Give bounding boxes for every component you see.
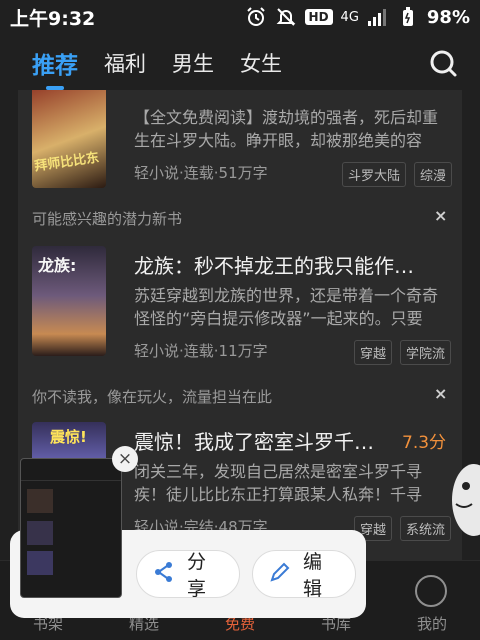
- tab-female[interactable]: 女生: [240, 48, 282, 78]
- book-description: 闭关三年，发现自己居然是密室斗罗千寻疾！徒儿比比东正打算跟某人私奔！千寻疾…: [134, 462, 423, 504]
- status-bar: 上午9:32 HD 4G 98%: [0, 0, 480, 34]
- tag-group: 斗罗大陆 综漫: [342, 162, 453, 187]
- cover-title: 拜师比比东: [33, 150, 101, 175]
- tag[interactable]: 系统流: [400, 516, 452, 541]
- close-icon[interactable]: ×: [434, 384, 447, 403]
- share-button[interactable]: 分享: [136, 550, 240, 600]
- signal-icon: [367, 6, 389, 28]
- network-label: 4G: [340, 9, 359, 25]
- book-rating: 7.3分: [402, 433, 447, 453]
- pencil-icon: [269, 561, 291, 587]
- section-heading: 可能感兴趣的潜力新书: [32, 210, 183, 228]
- search-icon[interactable]: [428, 48, 458, 78]
- tag-group: 穿越 系统流: [354, 516, 452, 541]
- thumbnail-close-button[interactable]: ×: [112, 446, 138, 472]
- book-meta: 轻小说·连载·51万字: [134, 164, 268, 182]
- mute-bell-icon: [275, 6, 297, 28]
- edit-button[interactable]: 编辑: [252, 550, 356, 600]
- alarm-icon: [245, 6, 267, 28]
- tab-welfare[interactable]: 福利: [104, 48, 146, 78]
- book-meta: 轻小说·连载·11万字: [134, 342, 268, 360]
- book-title[interactable]: 震惊！我成了密室斗罗千…: [134, 426, 390, 455]
- tag[interactable]: 综漫: [414, 162, 453, 187]
- book-description: 苏廷穿越到龙族的世界，还是带着一个奇奇怪怪的“旁白提示修改器”一起来的。只要消…: [134, 286, 439, 328]
- battery-percent: 98%: [426, 6, 470, 28]
- tab-male[interactable]: 男生: [172, 48, 214, 78]
- status-time: 上午9:32: [10, 7, 96, 30]
- screenshot-thumbnail[interactable]: [20, 458, 122, 598]
- section-heading: 你不读我，像在玩火，流量担当在此: [32, 388, 273, 406]
- book-description: 【全文免费阅读】渡劫境的强者，死后却重生在斗罗大陆。睁开眼，却被那绝美的容颜…: [134, 108, 439, 150]
- share-label: 分享: [187, 551, 207, 600]
- close-icon[interactable]: ×: [434, 206, 447, 225]
- battery-icon: [397, 6, 419, 28]
- tag-group: 穿越 学院流: [354, 340, 452, 365]
- tag[interactable]: 穿越: [354, 340, 393, 365]
- book-title[interactable]: 龙族：秒不掉龙王的我只能作…: [134, 250, 450, 279]
- cover-title: 龙族:: [38, 256, 77, 275]
- top-tab-bar: 推荐 福利 男生 女生: [0, 36, 480, 90]
- nav-me[interactable]: 我的: [402, 613, 462, 634]
- status-icons: HD 4G 98%: [245, 6, 470, 28]
- tab-recommend[interactable]: 推荐: [32, 46, 78, 90]
- tag[interactable]: 斗罗大陆: [342, 162, 407, 187]
- book-cover[interactable]: 龙族:: [32, 246, 106, 356]
- profile-icon[interactable]: [415, 575, 447, 607]
- tag[interactable]: 学院流: [400, 340, 452, 365]
- cover-title: 震惊!: [50, 428, 87, 446]
- edit-label: 编辑: [303, 551, 323, 600]
- share-icon: [153, 561, 175, 587]
- floating-mascot[interactable]: [446, 456, 480, 540]
- hd-badge: HD: [304, 9, 333, 25]
- book-cover[interactable]: 拜师比比东: [32, 90, 106, 188]
